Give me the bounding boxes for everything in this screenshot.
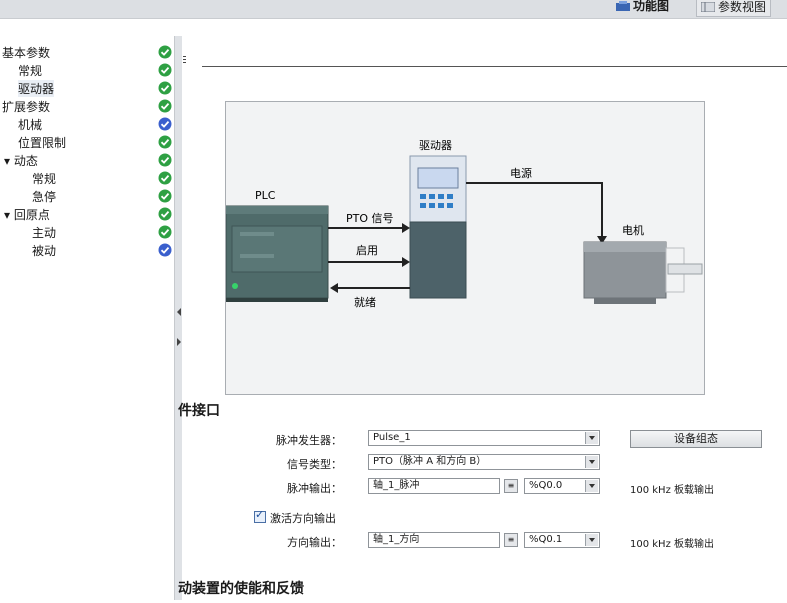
- pulse-output-value: 轴_1_脉冲: [373, 480, 420, 491]
- function-view-icon: [616, 0, 630, 11]
- power-label: 电源: [510, 166, 532, 180]
- pulse-output-field[interactable]: 轴_1_脉冲: [368, 478, 500, 494]
- nav-item-label: 基本参数: [2, 46, 51, 60]
- plc-label: PLC: [255, 189, 276, 202]
- pulse-output-address-select[interactable]: %Q0.0: [524, 478, 600, 494]
- view-toolbar: 功能图 参数视图: [0, 0, 787, 19]
- pulse-generator-select[interactable]: Pulse_1: [368, 430, 600, 446]
- nav-item[interactable]: 急停: [0, 187, 174, 205]
- signal-type-label: 信号类型：: [287, 458, 342, 471]
- tag-browse-icon[interactable]: ≡: [504, 533, 518, 547]
- nav-item-label: 扩展参数: [2, 100, 51, 114]
- nav-item-label: 常规: [18, 64, 43, 78]
- tab-parameter-view[interactable]: 参数视图: [696, 0, 772, 17]
- diagram-canvas: PLC 驱动器 PTO 信号 启用 就绪 电源 电机: [225, 139, 703, 309]
- nav-item[interactable]: ▾ 回原点: [0, 205, 174, 223]
- collapse-marker[interactable]: [182, 54, 188, 70]
- signal-type-select[interactable]: PTO（脉冲 A 和方向 B）: [368, 454, 600, 470]
- nav-item[interactable]: 主动: [0, 223, 174, 241]
- drive-label: 驱动器: [419, 139, 452, 152]
- nav-item-label: 急停: [32, 190, 57, 204]
- nav-item-label: ▾ 回原点: [4, 208, 50, 222]
- nav-item-label: 驱动器: [18, 80, 55, 97]
- nav-item[interactable]: ▾ 动态: [0, 151, 174, 169]
- nav-item-label: ▾ 动态: [4, 154, 38, 168]
- section-hardware-interface-title: 件接口: [178, 403, 220, 419]
- enable-label: 启用: [356, 244, 378, 257]
- status-ok-icon: [158, 63, 172, 77]
- status-ok-icon: [158, 81, 172, 95]
- tab-parameter-label: 参数视图: [718, 0, 767, 14]
- tab-function-label: 功能图: [633, 0, 670, 13]
- function-diagram: PLC 驱动器 PTO 信号 启用 就绪 电源 电机: [225, 101, 705, 395]
- nav-item[interactable]: 基本参数: [0, 43, 174, 61]
- status-ok-icon: [158, 45, 172, 59]
- nav-item-label: 机械: [18, 118, 43, 132]
- section-drive-enable-title: 动装置的使能和反馈: [178, 581, 304, 597]
- nav-item[interactable]: 位置限制: [0, 133, 174, 151]
- direction-output-note: 100 kHz 板载输出: [630, 539, 715, 550]
- direction-output-value: 轴_1_方向: [373, 534, 420, 545]
- device-config-button[interactable]: 设备组态: [630, 430, 762, 448]
- status-ok-icon: [158, 153, 172, 167]
- nav-item[interactable]: 驱动器: [0, 79, 174, 97]
- direction-output-label: 方向输出：: [287, 536, 342, 549]
- nav-item-label: 常规: [32, 172, 57, 186]
- chevron-down-icon[interactable]: [585, 456, 598, 468]
- nav-item[interactable]: 被动: [0, 241, 174, 259]
- status-info-icon: [158, 243, 172, 257]
- header-divider: [202, 66, 787, 67]
- chevron-down-icon[interactable]: [585, 534, 598, 546]
- drive-device-icon: [409, 155, 467, 299]
- status-ok-icon: [158, 135, 172, 149]
- status-ok-icon: [158, 207, 172, 221]
- pulse-output-label: 脉冲输出：: [287, 482, 342, 495]
- nav-item[interactable]: 扩展参数: [0, 97, 174, 115]
- enable-arrowhead-icon: [402, 257, 410, 267]
- tag-browse-icon[interactable]: ≡: [504, 479, 518, 493]
- pto-arrowhead-icon: [402, 223, 410, 233]
- direction-output-address: %Q0.1: [529, 534, 563, 545]
- main-panel: PLC 驱动器 PTO 信号 启用 就绪 电源 电机 件接口 脉冲发生器： Pu…: [178, 36, 787, 600]
- pulse-output-note: 100 kHz 板载输出: [630, 485, 715, 496]
- status-ok-icon: [158, 189, 172, 203]
- nav-item-label: 主动: [32, 226, 57, 240]
- ready-arrowhead-icon: [330, 283, 338, 293]
- chevron-down-icon[interactable]: [585, 432, 598, 444]
- status-ok-icon: [158, 225, 172, 239]
- power-line: [466, 182, 603, 238]
- status-ok-icon: [158, 171, 172, 185]
- direction-output-address-select[interactable]: %Q0.1: [524, 532, 600, 548]
- status-info-icon: [158, 117, 172, 131]
- signal-type-value: PTO（脉冲 A 和方向 B）: [373, 456, 487, 467]
- tab-function-view[interactable]: 功能图: [612, 0, 673, 15]
- pulse-generator-value: Pulse_1: [373, 432, 411, 443]
- nav-item-label: 位置限制: [18, 136, 67, 150]
- direction-output-field[interactable]: 轴_1_方向: [368, 532, 500, 548]
- activate-direction-label: 激活方向输出: [270, 512, 336, 525]
- motor-icon: [583, 241, 703, 304]
- nav-item-label: 被动: [32, 244, 57, 258]
- status-ok-icon: [158, 99, 172, 113]
- pulse-output-address: %Q0.0: [529, 480, 563, 491]
- chevron-down-icon[interactable]: [585, 480, 598, 492]
- nav-item[interactable]: 常规: [0, 169, 174, 187]
- activate-direction-checkbox[interactable]: [254, 508, 266, 523]
- motor-label: 电机: [622, 223, 644, 237]
- nav-item[interactable]: 常规: [0, 61, 174, 79]
- parameter-view-icon: [700, 0, 716, 13]
- pto-signal-label: PTO 信号: [346, 212, 394, 225]
- nav-item[interactable]: 机械: [0, 115, 174, 133]
- ready-label: 就绪: [354, 295, 376, 309]
- plc-device-icon: [225, 205, 329, 302]
- pulse-generator-label: 脉冲发生器：: [276, 434, 342, 447]
- parameter-tree: 基本参数 常规 驱动器 扩展参数 机械 位置限制 ▾ 动态 常规 急停 ▾ 回原点 主动 被动: [0, 36, 176, 600]
